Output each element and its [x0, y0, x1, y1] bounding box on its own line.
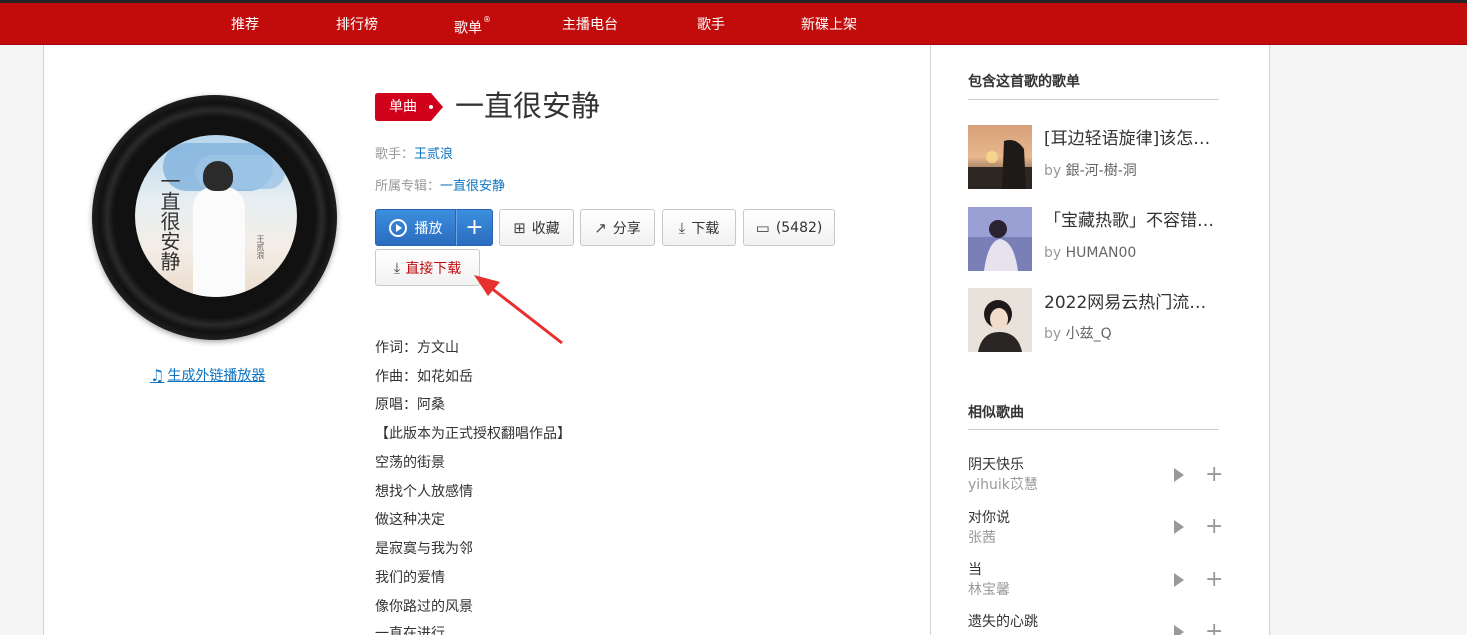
playlist-creator-link[interactable]: HUMAN00 [1066, 245, 1137, 261]
lyric-line: 【此版本为正式授权翻唱作品】 [375, 426, 571, 442]
play-icon[interactable] [1174, 573, 1184, 587]
add-icon[interactable]: + [1205, 621, 1223, 635]
direct-download-label: 直接下载 [405, 260, 462, 277]
similar-song-name[interactable]: 当 [968, 561, 982, 579]
lyric-line: 像你路过的风景 [375, 599, 473, 615]
similar-song-artist[interactable]: 张茜 [968, 529, 996, 547]
section-divider [968, 99, 1219, 100]
playlist-creator-row: by 銀-河-樹-洞 [1044, 162, 1137, 180]
playlist-creator-row: by 小兹_Q [1044, 325, 1112, 343]
similar-song-artist[interactable]: yihuik苡慧 [968, 476, 1038, 494]
song-title: 一直很安静 [455, 89, 601, 123]
similar-song-name[interactable]: 对你说 [968, 509, 1010, 527]
play-icon[interactable] [1174, 468, 1184, 482]
collect-button-label: 收藏 [531, 220, 560, 237]
generate-outlink-player[interactable]: ♫ 生成外链播放器 [150, 365, 265, 385]
lyric-line: 原唱：阿桑 [375, 397, 445, 413]
lyric-line: 作曲：如花如岳 [375, 369, 473, 385]
playlist-thumbnail[interactable] [968, 125, 1032, 189]
similar-song-artist[interactable]: 林宝馨 [968, 581, 1010, 599]
cover-title-text: 一直很安静 [157, 171, 181, 271]
add-to-playlist-button[interactable]: + [456, 209, 493, 246]
similar-song-name[interactable]: 阴天快乐 [968, 456, 1024, 474]
add-icon[interactable]: + [1205, 464, 1223, 486]
section-divider [968, 429, 1219, 430]
playlist-creator-row: by HUMAN00 [1044, 244, 1136, 262]
column-divider [930, 45, 931, 635]
album-cover[interactable]: 一直很安静 王贰浪 [135, 135, 297, 297]
comments-count: (5482) [775, 219, 823, 236]
playlist-name[interactable]: [耳边轻语旋律]该怎么去形容你最贴切 [1044, 128, 1219, 150]
top-nav: 推荐 排行榜 歌单® 主播电台 歌手 新碟上架 [0, 0, 1467, 45]
red-annotation-arrow [474, 275, 563, 345]
similar-section-title: 相似歌曲 [968, 405, 1024, 421]
single-badge: 单曲 [375, 93, 443, 121]
nav-radio[interactable]: 主播电台 [562, 14, 618, 36]
similar-song-name[interactable]: 遗失的心跳 [968, 613, 1038, 631]
download-icon: ⤓ [678, 218, 686, 237]
album-row: 所属专辑：一直很安静 [375, 177, 505, 197]
nav-playlists-badge: ® [483, 15, 491, 24]
lyric-line: 我们的爱情 [375, 570, 445, 586]
outlink-label: 生成外链播放器 [167, 368, 266, 384]
playlist-creator-link[interactable]: 小兹_Q [1066, 326, 1112, 342]
cover-artist-text: 王贰浪 [256, 235, 265, 259]
lyric-line: 作词：方文山 [375, 340, 459, 356]
singer-label: 歌手： [375, 147, 415, 162]
playlist-name[interactable]: 2022网易云热门流行歌曲 [1044, 292, 1219, 314]
play-button[interactable]: 播放 [375, 209, 456, 246]
download-button-label: 下载 [691, 220, 720, 237]
nav-playlists-label: 歌单 [454, 20, 482, 37]
direct-download-button[interactable]: ⤓ 直接下载 [375, 249, 480, 286]
lyric-line: 空荡的街景 [375, 455, 445, 471]
by-label: by [1044, 326, 1062, 342]
singer-link[interactable]: 王贰浪 [414, 147, 453, 162]
lyric-line: 是寂寞与我为邻 [375, 541, 473, 557]
play-circle-icon [388, 218, 407, 237]
share-button-label: 分享 [612, 220, 641, 237]
nav-artists[interactable]: 歌手 [697, 14, 725, 36]
plus-icon: + [465, 215, 484, 240]
album-link[interactable]: 一直很安静 [440, 179, 505, 194]
comment-icon: ▭ [755, 218, 770, 237]
add-icon[interactable]: + [1205, 516, 1223, 538]
playlist-name[interactable]: 「宝藏热歌」不容错过的宝藏好歌 [1044, 210, 1219, 232]
play-icon[interactable] [1174, 520, 1184, 534]
play-button-label: 播放 [414, 220, 443, 237]
cover-figure [193, 187, 245, 297]
play-icon[interactable] [1174, 625, 1184, 635]
nav-charts[interactable]: 排行榜 [336, 14, 378, 36]
add-icon[interactable]: + [1205, 569, 1223, 591]
playlist-thumbnail[interactable] [968, 207, 1032, 271]
playlist-creator-link[interactable]: 銀-河-樹-洞 [1066, 163, 1137, 179]
folder-plus-icon: ⊞ [513, 218, 526, 237]
lyric-line: 做这种决定 [375, 512, 445, 528]
music-note-icon: ♫ [150, 365, 165, 385]
download-button[interactable]: ⤓ 下载 [662, 209, 736, 246]
comments-button[interactable]: ▭ (5482) [743, 209, 835, 246]
nav-new-albums[interactable]: 新碟上架 [801, 14, 857, 36]
lyric-line: 一直在进行 [375, 626, 445, 635]
playlist-thumbnail[interactable] [968, 288, 1032, 352]
lyric-line: 想找个人放感情 [375, 484, 473, 500]
single-badge-label: 单曲 [389, 99, 417, 115]
share-button[interactable]: ↗ 分享 [580, 209, 655, 246]
share-icon: ↗ [594, 218, 607, 237]
nav-recommend[interactable]: 推荐 [231, 14, 259, 36]
singer-row: 歌手：王贰浪 [375, 145, 453, 165]
cover-figure-head [203, 161, 233, 191]
by-label: by [1044, 163, 1062, 179]
album-label: 所属专辑： [375, 179, 441, 194]
download-icon: ⤓ [393, 258, 401, 277]
collect-button[interactable]: ⊞ 收藏 [499, 209, 574, 246]
nav-playlists[interactable]: 歌单® [454, 14, 491, 37]
by-label: by [1044, 245, 1062, 261]
playlists-section-title: 包含这首歌的歌单 [968, 74, 1080, 90]
